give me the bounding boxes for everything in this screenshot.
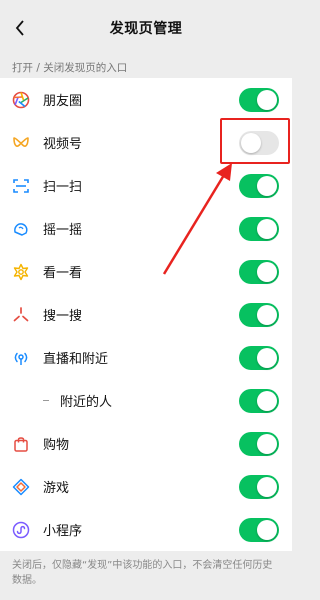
toggle-knob (257, 477, 277, 497)
list-item-mini-programs: 小程序 (0, 508, 292, 551)
toggle-search[interactable] (239, 303, 279, 327)
list-item-search: 搜一搜 (0, 293, 292, 336)
toggle-knob (257, 90, 277, 110)
toggle-scan[interactable] (239, 174, 279, 198)
toggle-live-nearby[interactable] (239, 346, 279, 370)
indent-dash (43, 400, 49, 401)
toggle-knob (241, 133, 261, 153)
toggle-mini-programs[interactable] (239, 518, 279, 542)
page-title: 发现页管理 (109, 21, 183, 37)
list-item-people-nearby: 附近的人 (0, 379, 292, 422)
list-item-label: 摇一摇 (43, 223, 83, 238)
toggle-knob (257, 348, 277, 368)
list-item-label: 小程序 (43, 524, 83, 539)
toggle-top-stories[interactable] (239, 260, 279, 284)
list-item-label: 朋友圈 (43, 94, 83, 109)
list-item-channels: 视频号 (0, 121, 292, 164)
toggle-channels[interactable] (239, 131, 279, 155)
footer-note: 关闭后，仅隐藏“发现”中该功能的入口，不会清空任何历史数据。 (12, 560, 273, 586)
top-stories-icon (12, 263, 30, 281)
list-item-label: 游戏 (43, 481, 70, 496)
back-button[interactable] (8, 16, 32, 40)
list-item-label: 附近的人 (60, 395, 113, 410)
list-item-moments: 朋友圈 (0, 78, 292, 121)
toggle-moments[interactable] (239, 88, 279, 112)
live-nearby-icon (12, 349, 30, 367)
scan-icon (12, 177, 30, 195)
shopping-icon (12, 435, 30, 453)
toggle-knob (257, 434, 277, 454)
toggle-knob (257, 262, 277, 282)
search-icon (12, 306, 30, 324)
list-item-label: 视频号 (43, 137, 83, 152)
toggle-shopping[interactable] (239, 432, 279, 456)
entry-list: 朋友圈 视频号 扫一扫 摇一摇 看一看 搜一搜 直播和附近 附近的人 购物 游戏… (0, 78, 292, 551)
toggle-games[interactable] (239, 475, 279, 499)
list-item-label: 购物 (43, 438, 70, 453)
channels-icon (12, 134, 30, 152)
toggle-knob (257, 391, 277, 411)
toggle-knob (257, 219, 277, 239)
section-label: 打开 / 关闭发现页的入口 (12, 61, 128, 74)
list-item-label: 直播和附近 (43, 352, 109, 367)
list-item-label: 搜一搜 (43, 309, 83, 324)
toggle-knob (257, 305, 277, 325)
chevron-left-icon (15, 20, 24, 36)
list-item-label: 看一看 (43, 266, 83, 281)
toggle-shake[interactable] (239, 217, 279, 241)
nav-bar: 发现页管理 (0, 0, 292, 56)
list-item-top-stories: 看一看 (0, 250, 292, 293)
list-item-shake: 摇一摇 (0, 207, 292, 250)
list-item-games: 游戏 (0, 465, 292, 508)
toggle-people-nearby[interactable] (239, 389, 279, 413)
toggle-knob (257, 176, 277, 196)
list-item-label: 扫一扫 (43, 180, 83, 195)
shake-icon (12, 220, 30, 238)
games-icon (12, 478, 30, 496)
toggle-knob (257, 520, 277, 540)
mini-programs-icon (12, 521, 30, 539)
list-item-live-nearby: 直播和附近 (0, 336, 292, 379)
list-item-scan: 扫一扫 (0, 164, 292, 207)
list-item-shopping: 购物 (0, 422, 292, 465)
moments-icon (12, 91, 30, 109)
